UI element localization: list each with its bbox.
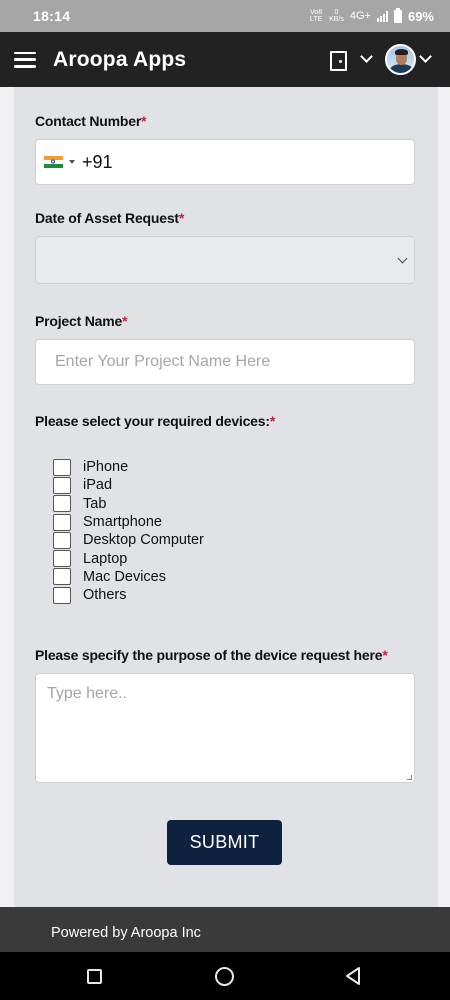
device-option-smartphone[interactable]: Smartphone xyxy=(53,513,204,531)
checkbox[interactable] xyxy=(53,513,71,531)
chevron-down-icon xyxy=(397,253,408,264)
required-mark: * xyxy=(141,113,147,129)
data-speed-indicator: 0 KB/s xyxy=(329,9,344,23)
purpose-placeholder: Type here.. xyxy=(47,685,128,702)
resize-handle-icon[interactable] xyxy=(407,775,412,780)
navigation-bar xyxy=(0,952,450,1000)
devices-label: Please select your required devices:* xyxy=(35,413,275,429)
project-name-label: Project Name* xyxy=(35,313,128,329)
device-option-ipad[interactable]: iPad xyxy=(53,476,204,494)
checkbox[interactable] xyxy=(53,568,71,586)
data-speed-unit: KB/s xyxy=(329,16,344,23)
door-icon[interactable] xyxy=(330,51,347,71)
date-select[interactable] xyxy=(35,236,415,284)
contact-number-label: Contact Number* xyxy=(35,113,147,129)
checkbox[interactable] xyxy=(53,476,71,494)
device-option-desktop[interactable]: Desktop Computer xyxy=(53,531,204,549)
status-indicators: Vo8 LTE 0 KB/s 4G+ 69% xyxy=(309,7,434,24)
volte-indicator: Vo8 LTE xyxy=(309,9,323,23)
home-icon[interactable] xyxy=(215,967,234,986)
date-label: Date of Asset Request* xyxy=(35,210,184,226)
footer-text: Powered by Aroopa Inc xyxy=(51,925,201,941)
checkbox[interactable] xyxy=(53,550,71,568)
devices-checklist: iPhone iPad Tab Smartphone Desktop Compu… xyxy=(53,458,204,604)
project-name-input[interactable]: Enter Your Project Name Here xyxy=(35,339,415,385)
device-option-label: Desktop Computer xyxy=(83,532,204,549)
date-label-text: Date of Asset Request xyxy=(35,210,179,226)
device-option-label: iPad xyxy=(83,477,113,494)
asset-request-form: Contact Number* +91 Date of Asset Reques… xyxy=(14,87,438,907)
app-title: Aroopa Apps xyxy=(53,47,187,71)
data-speed-value: 0 xyxy=(334,9,339,16)
network-type: 4G+ xyxy=(349,10,371,22)
required-mark: * xyxy=(178,210,185,226)
menu-icon[interactable] xyxy=(14,51,36,68)
recents-icon[interactable] xyxy=(87,969,102,984)
signal-icon xyxy=(376,10,388,22)
checkbox[interactable] xyxy=(53,458,71,476)
device-option-label: Others xyxy=(83,587,127,604)
devices-label-text: Please select your required devices: xyxy=(35,413,270,429)
purpose-label-text: Please specify the purpose of the device… xyxy=(35,647,383,663)
required-mark: * xyxy=(269,413,276,429)
purpose-textarea[interactable]: Type here.. xyxy=(35,673,415,783)
chevron-down-icon[interactable] xyxy=(360,50,373,63)
device-option-label: Laptop xyxy=(83,550,128,567)
required-mark: * xyxy=(382,647,388,663)
dial-code: +91 xyxy=(82,151,113,172)
back-icon[interactable] xyxy=(344,966,362,986)
device-option-label: Mac Devices xyxy=(83,568,166,585)
contact-number-input[interactable]: +91 xyxy=(35,139,415,185)
device-option-mac[interactable]: Mac Devices xyxy=(53,568,204,586)
project-name-label-text: Project Name xyxy=(35,313,123,329)
battery-icon xyxy=(393,7,402,23)
status-time: 18:14 xyxy=(33,8,71,24)
required-mark: * xyxy=(122,313,128,329)
device-option-label: iPhone xyxy=(83,459,129,476)
checkbox[interactable] xyxy=(53,495,71,513)
checkbox[interactable] xyxy=(53,531,71,549)
device-option-others[interactable]: Others xyxy=(53,586,204,604)
india-flag-icon[interactable] xyxy=(44,155,63,169)
caret-down-icon[interactable] xyxy=(69,160,75,164)
battery-level: 69% xyxy=(407,8,434,24)
device-option-iphone[interactable]: iPhone xyxy=(53,458,204,476)
submit-button[interactable]: SUBMIT xyxy=(167,820,282,865)
device-option-label: Smartphone xyxy=(83,514,162,531)
app-bar: Aroopa Apps xyxy=(0,32,450,87)
device-option-label: Tab xyxy=(83,495,107,512)
status-bar: 18:14 Vo8 LTE 0 KB/s 4G+ 69% xyxy=(0,0,450,32)
device-option-tab[interactable]: Tab xyxy=(53,495,204,513)
project-name-placeholder: Enter Your Project Name Here xyxy=(55,353,271,370)
purpose-label: Please specify the purpose of the device… xyxy=(35,647,388,663)
footer: Powered by Aroopa Inc xyxy=(0,907,450,952)
device-option-laptop[interactable]: Laptop xyxy=(53,549,204,568)
avatar[interactable] xyxy=(385,44,416,75)
checkbox[interactable] xyxy=(53,586,71,604)
chevron-down-icon[interactable] xyxy=(419,50,432,63)
contact-number-label-text: Contact Number xyxy=(35,113,142,129)
